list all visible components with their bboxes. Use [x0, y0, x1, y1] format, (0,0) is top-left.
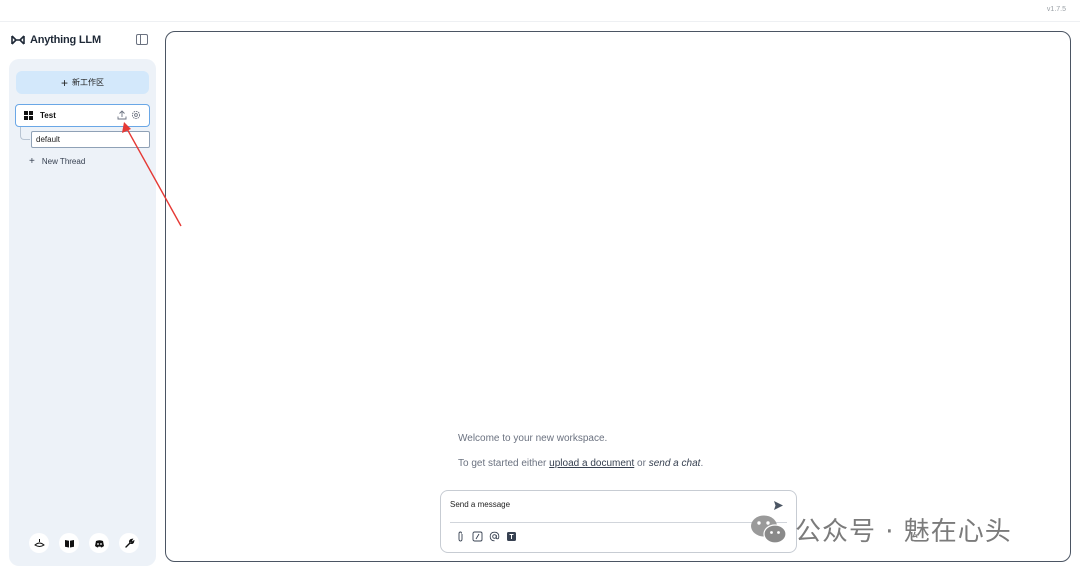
docs-book-icon[interactable] [59, 533, 79, 553]
new-thread-label: New Thread [41, 157, 86, 166]
watermark-text: 公众号 · 魅在心头 [795, 517, 1012, 547]
thread-connector [20, 127, 30, 140]
composer-toolbar [455, 531, 517, 542]
settings-wrench-icon[interactable] [119, 533, 139, 553]
message-input[interactable] [450, 500, 750, 509]
welcome-period: . [700, 458, 704, 469]
send-icon[interactable] [773, 500, 784, 511]
upload-document-link[interactable]: upload a document [549, 458, 634, 469]
workspace-item-test[interactable]: Test [15, 104, 150, 127]
top-bar: v1.7.5 [0, 0, 1080, 22]
welcome-heading: Welcome to your new workspace. [458, 433, 608, 444]
wechat-logo-icon [751, 515, 787, 544]
discord-icon[interactable] [89, 533, 109, 553]
upload-icon[interactable] [117, 110, 127, 120]
chat-main-panel [165, 31, 1071, 562]
new-workspace-label: 新工作区 [72, 78, 104, 87]
new-workspace-button[interactable]: + 新工作区 [16, 71, 149, 94]
at-mention-icon[interactable] [489, 531, 500, 542]
send-chat-text: send a chat [648, 458, 701, 469]
community-hub-icon[interactable] [29, 533, 49, 553]
workspace-settings-gear-icon[interactable] [131, 110, 141, 120]
plus-icon: + [29, 156, 35, 167]
plus-icon: + [60, 75, 68, 90]
message-composer [440, 490, 797, 553]
welcome-or: or [637, 458, 646, 469]
attach-icon[interactable] [455, 531, 466, 542]
welcome-prefix: To get started either [458, 458, 547, 469]
app-name: Anything LLM [30, 34, 101, 46]
brand: Anything LLM [11, 33, 101, 47]
workspace-actions [117, 110, 141, 120]
sidebar-footer [29, 533, 139, 553]
slash-command-icon[interactable] [472, 531, 483, 542]
welcome-instructions: To get started either upload a document … [458, 458, 703, 469]
new-thread-button[interactable]: + New Thread [29, 156, 85, 167]
sidebar: + 新工作区 Test default + New Thread [9, 59, 156, 566]
text-size-icon[interactable] [506, 531, 517, 542]
thread-item-default[interactable]: default [31, 131, 150, 148]
watermark: 公众号 · 魅在心头 [749, 511, 1012, 548]
sidebar-toggle-icon[interactable] [136, 34, 148, 45]
version-label: v1.7.5 [1046, 6, 1066, 13]
workspace-grid-icon [24, 111, 33, 120]
composer-divider [450, 522, 787, 523]
workspace-name: Test [40, 111, 56, 120]
anything-llm-logo-icon [11, 35, 25, 45]
